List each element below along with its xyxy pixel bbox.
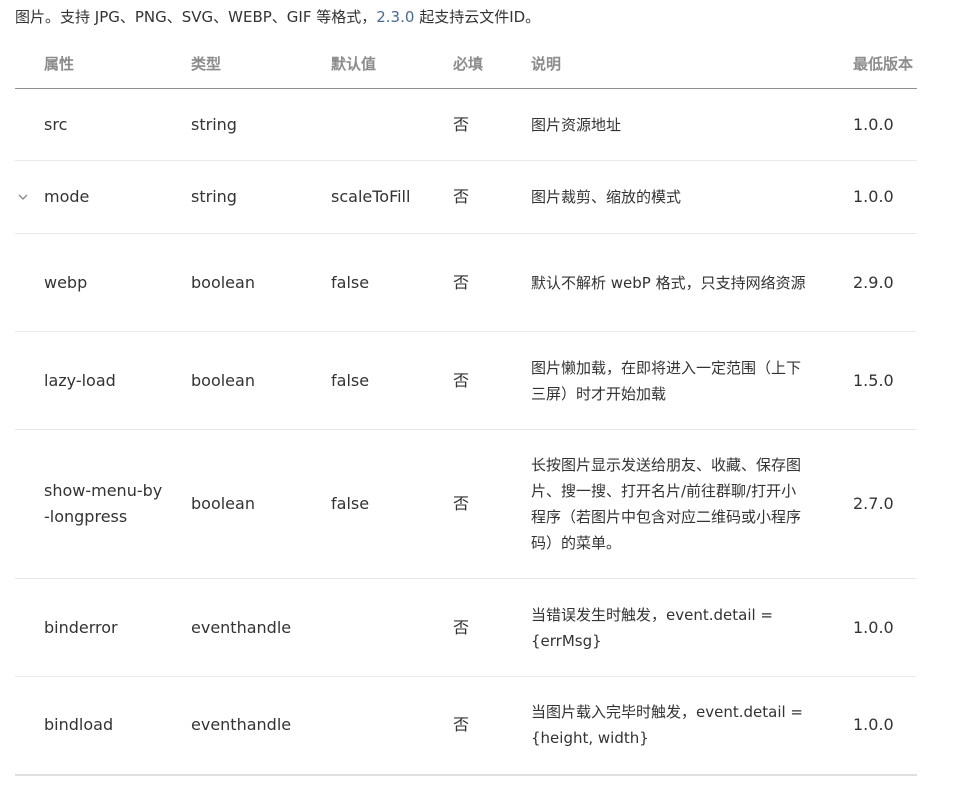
cell-name-text: show-menu-by-longpress <box>44 481 163 526</box>
intro-version-link[interactable]: 2.3.0 <box>376 8 414 26</box>
table-row-binderror: binderror eventhandle 否 当错误发生时触发，event.d… <box>15 578 917 677</box>
desc-text: 图片懒加载，在即将进入一定范围（上下三屏）时才开始加载 <box>531 358 802 403</box>
cell-default: scaleToFill <box>331 160 453 234</box>
table-row-mode[interactable]: mode string scaleToFill 否 图片裁剪、缩放的模式 1.0… <box>15 160 917 234</box>
cell-version: 1.0.0 <box>853 160 917 234</box>
cell-required: 否 <box>453 88 531 161</box>
properties-table: 属性 类型 默认值 必填 说明 最低版本 src string 否 图片资源地址… <box>15 38 917 776</box>
intro-suffix: 起支持云文件ID。 <box>414 8 541 26</box>
table-row-bindload: bindload eventhandle 否 当图片载入完毕时触发，event.… <box>15 676 917 776</box>
cell-name: show-menu-by-longpress <box>15 429 191 579</box>
cell-version: 1.0.0 <box>853 578 917 677</box>
cell-desc: 长按图片显示发送给朋友、收藏、保存图片、搜一搜、打开名片/前往群聊/打开小程序（… <box>531 429 853 579</box>
header-desc: 说明 <box>531 38 853 89</box>
cell-version: 1.0.0 <box>853 88 917 161</box>
cell-required: 否 <box>453 676 531 776</box>
desc-text: 图片资源地址 <box>531 115 622 134</box>
desc-text: 默认不解析 webP 格式，只支持网络资源 <box>531 273 806 292</box>
cell-name-expandable[interactable]: mode <box>15 160 191 234</box>
table-row-webp: webp boolean false 否 默认不解析 webP 格式，只支持网络… <box>15 233 917 332</box>
cell-default <box>331 88 453 161</box>
table-row-lazy-load: lazy-load boolean false 否 图片懒加载，在即将进入一定范… <box>15 331 917 430</box>
header-required: 必填 <box>453 38 531 89</box>
cell-type: eventhandle <box>191 676 331 776</box>
cell-version: 2.7.0 <box>853 429 917 579</box>
cell-name: webp <box>15 233 191 332</box>
cell-type: boolean <box>191 331 331 430</box>
cell-required: 否 <box>453 160 531 234</box>
cell-desc: 默认不解析 webP 格式，只支持网络资源 <box>531 233 853 332</box>
desc-text: 当错误发生时触发，event.detail = {errMsg} <box>531 605 773 650</box>
desc-text: 图片裁剪、缩放的模式 <box>531 188 682 206</box>
cell-desc: 图片懒加载，在即将进入一定范围（上下三屏）时才开始加载 <box>531 331 853 430</box>
cell-version: 2.9.0 <box>853 233 917 332</box>
chevron-down-icon[interactable] <box>17 191 29 203</box>
cell-required: 否 <box>453 429 531 579</box>
cell-version: 1.0.0 <box>853 676 917 776</box>
cell-desc: 当图片载入完毕时触发，event.detail = {height, width… <box>531 676 853 776</box>
header-default: 默认值 <box>331 38 453 89</box>
cell-required: 否 <box>453 331 531 430</box>
header-type: 类型 <box>191 38 331 89</box>
cell-name-text: mode <box>44 187 90 206</box>
cell-required: 否 <box>453 233 531 332</box>
cell-name: bindload <box>15 676 191 776</box>
cell-name: binderror <box>15 578 191 677</box>
table-header-row: 属性 类型 默认值 必填 说明 最低版本 <box>15 38 917 89</box>
cell-default: false <box>331 331 453 430</box>
cell-type: eventhandle <box>191 578 331 677</box>
cell-desc: 当错误发生时触发，event.detail = {errMsg} <box>531 578 853 677</box>
cell-default <box>331 676 453 776</box>
cell-type: boolean <box>191 429 331 579</box>
cell-default: false <box>331 233 453 332</box>
table-row-show-menu-by-longpress: show-menu-by-longpress boolean false 否 长… <box>15 429 917 579</box>
desc-text: 长按图片显示发送给朋友、收藏、保存图片、搜一搜、打开名片/前往群聊/打开小程序（… <box>531 456 802 552</box>
cell-default <box>331 578 453 677</box>
cell-type: string <box>191 88 331 161</box>
cell-required: 否 <box>453 578 531 677</box>
cell-version: 1.5.0 <box>853 331 917 430</box>
intro-paragraph: 图片。支持 JPG、PNG、SVG、WEBP、GIF 等格式，2.3.0 起支持… <box>15 6 540 28</box>
header-name: 属性 <box>15 38 191 89</box>
cell-type: string <box>191 160 331 234</box>
cell-desc: 图片裁剪、缩放的模式 <box>531 160 853 234</box>
cell-default: false <box>331 429 453 579</box>
cell-name: lazy-load <box>15 331 191 430</box>
cell-name: src <box>15 88 191 161</box>
cell-type: boolean <box>191 233 331 332</box>
header-version: 最低版本 <box>853 38 917 89</box>
table-row-src: src string 否 图片资源地址 1.0.0 <box>15 88 917 161</box>
intro-text: 图片。支持 JPG、PNG、SVG、WEBP、GIF 等格式， <box>15 8 377 26</box>
desc-text: 当图片载入完毕时触发，event.detail = {height, width… <box>531 703 803 748</box>
cell-desc: 图片资源地址 <box>531 88 853 161</box>
